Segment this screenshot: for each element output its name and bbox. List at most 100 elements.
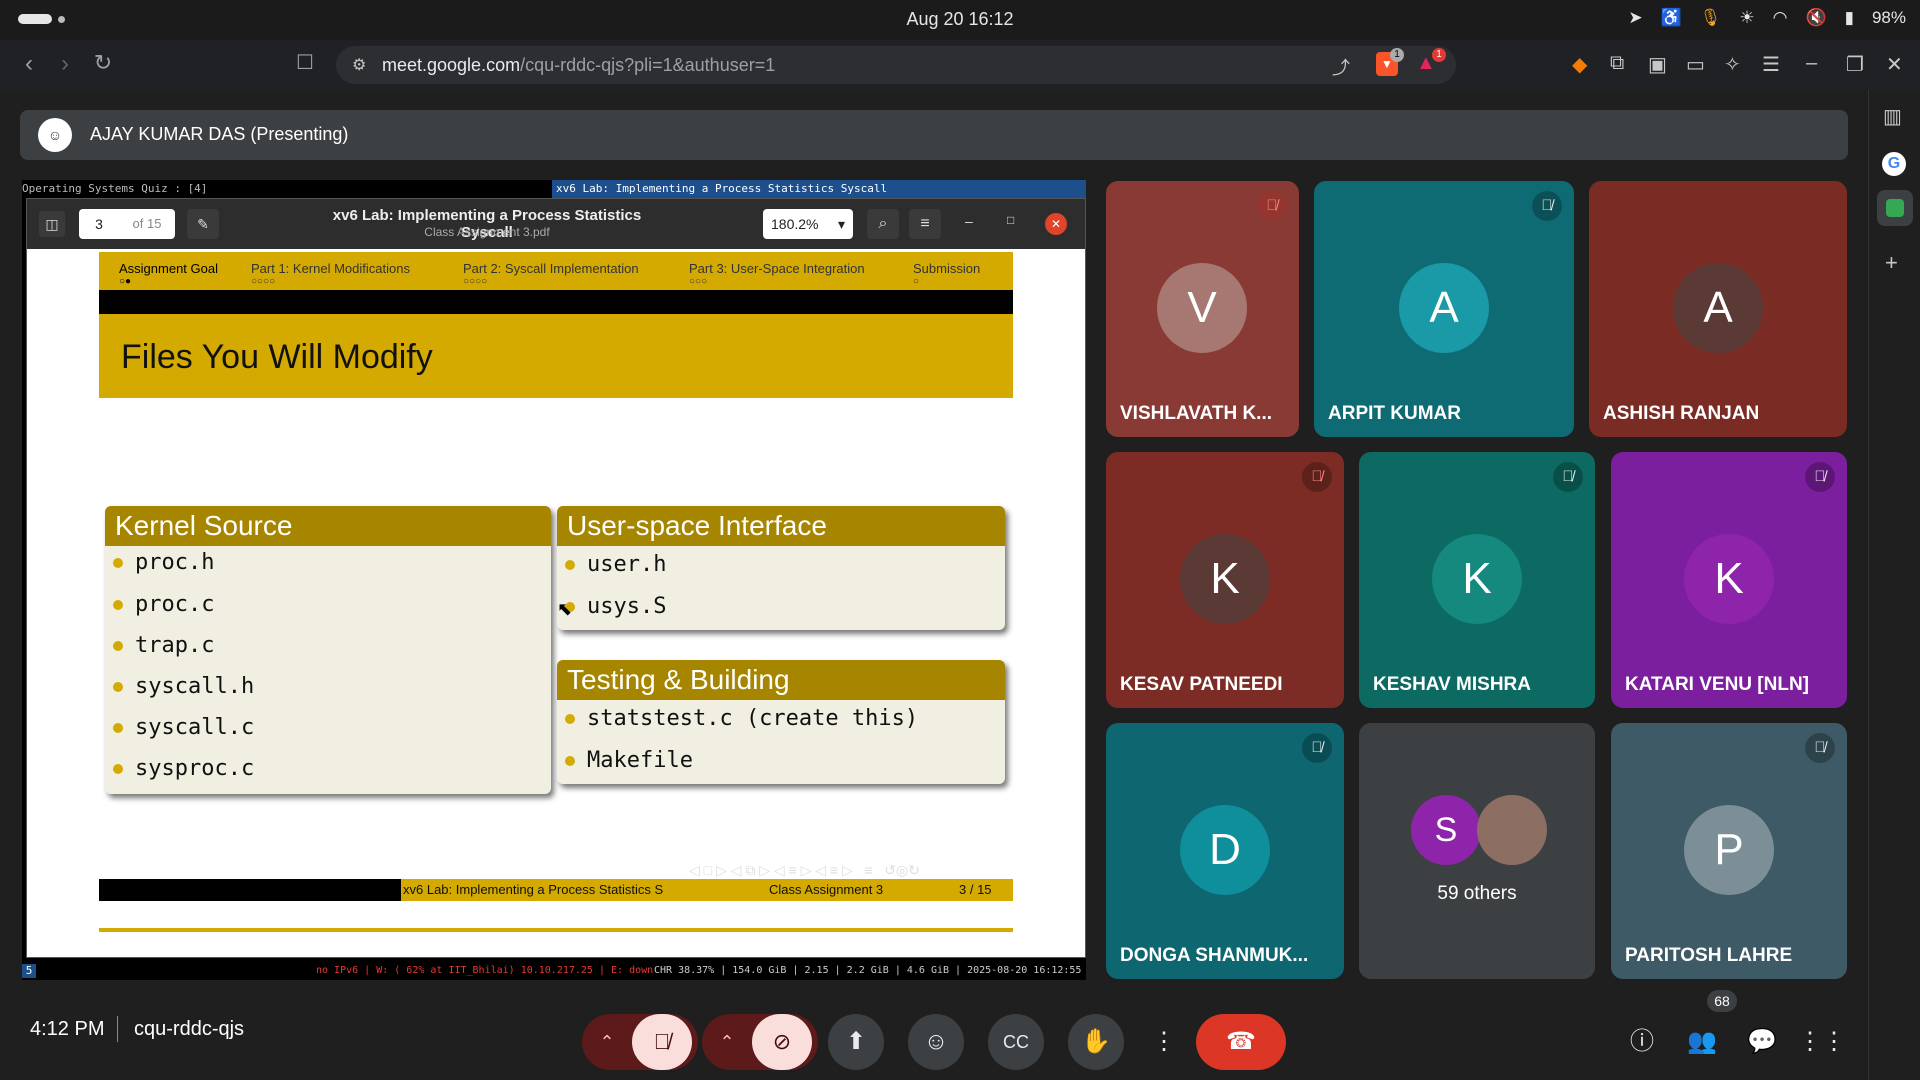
nav-progress-dots: ○○○ (689, 276, 708, 287)
nav-section[interactable]: Assignment Goal (119, 261, 218, 276)
meeting-info-icon[interactable]: ⓘ (1614, 1014, 1670, 1070)
back-icon[interactable]: ‹ (14, 50, 44, 78)
list-item: statstest.c (create this) (565, 706, 919, 731)
bullet-icon (113, 764, 123, 774)
minimize-icon[interactable]: – (1806, 52, 1817, 75)
browser-side-panel: ▥ G + (1868, 90, 1920, 1080)
system-tray[interactable]: ➤ ♿ 🎙 ☀ ◠ 🔇 ▮ 98% (1628, 8, 1906, 28)
others-tile[interactable]: S 59 others (1359, 723, 1595, 979)
participant-name: ARPIT KUMAR (1328, 403, 1461, 424)
terminal-status-line: 5 no IPv6 | W: ( 62% at IIT_Bhilai) 10.1… (22, 962, 1086, 980)
extension-fox-icon[interactable]: ◆ (1572, 52, 1587, 77)
participant-name: VISHLAVATH K... (1120, 403, 1272, 424)
block-heading: Kernel Source (105, 506, 551, 546)
slide-bottom-rule (99, 928, 1013, 932)
pdf-viewer-window[interactable]: ◫ 3 of 15 ✎ xv6 Lab: Implementing a Proc… (26, 198, 1086, 958)
camera-off-icon[interactable]: ⊘ (752, 1014, 812, 1070)
bullet-icon (113, 600, 123, 610)
divider (117, 1016, 118, 1042)
file-name: proc.h (135, 550, 215, 575)
beamer-nav-symbols[interactable]: ◁ □ ▷ ◁ ⧉ ▷ ◁ ≡ ▷ ◁ ≡ ▷ ≡ ↺◎↻ (689, 862, 920, 879)
file-name: trap.c (135, 633, 215, 658)
leave-call-icon[interactable]: ☎ (1196, 1014, 1286, 1070)
side-panel-icon[interactable]: ▥ (1883, 104, 1902, 129)
close-icon[interactable]: ✕ (1886, 52, 1903, 77)
maximize-icon[interactable]: □ (1007, 213, 1014, 227)
more-options-icon[interactable]: ⋮ (1146, 1014, 1182, 1070)
page-number-input[interactable]: 3 (79, 209, 119, 239)
google-icon[interactable]: G (1882, 152, 1906, 176)
mic-off-icon: 🎙̸ (1553, 462, 1583, 492)
block-heading: User-space Interface (557, 506, 1005, 546)
others-count: 59 others (1437, 883, 1517, 904)
participant-tile[interactable]: K 🎙̸ KESHAV MISHRA (1359, 452, 1595, 708)
reactions-icon[interactable]: ☺ (908, 1014, 964, 1070)
list-item: proc.h (113, 550, 215, 575)
meet-app-icon[interactable] (1877, 190, 1913, 226)
search-icon[interactable]: ⌕ (867, 209, 899, 239)
chevron-up-icon[interactable]: ⌃ (582, 1014, 632, 1070)
presenter-avatar: ☺ (38, 118, 72, 152)
activities-icon[interactable]: ⋮⋮ (1794, 1014, 1850, 1070)
site-settings-icon[interactable]: ⚙ (352, 55, 366, 75)
share-icon[interactable]: ⤴ (1332, 54, 1350, 80)
minimize-icon[interactable]: – (965, 213, 973, 229)
zoom-select[interactable]: 180.2% ▾ (763, 209, 853, 239)
list-item: trap.c (113, 633, 215, 658)
add-panel-icon[interactable]: + (1885, 250, 1898, 276)
forward-icon[interactable]: › (50, 50, 80, 78)
chevron-down-icon: ▾ (837, 216, 845, 232)
chat-icon[interactable]: 💬 (1734, 1014, 1790, 1070)
participant-tile[interactable]: V 🎙̸ VISHLAVATH K... (1106, 181, 1299, 437)
meeting-code: cqu-rddc-qjs (134, 1018, 245, 1040)
battery-icon: ▮ (1844, 8, 1854, 27)
address-bar[interactable]: ⚙ meet.google.com/cqu-rddc-qjs?pli=1&aut… (336, 46, 1456, 84)
people-icon[interactable]: 👥 (1674, 1014, 1730, 1070)
wallet-icon[interactable]: ▭ (1686, 52, 1705, 77)
mic-off-icon: 🎙̸ (1805, 733, 1835, 763)
participant-tile[interactable]: K 🎙̸ KATARI VENU [NLN] (1611, 452, 1847, 708)
meeting-controls-bar: 4:12 PM cqu-rddc-qjs ⌃ 🎙̸ ⌃ ⊘ ⬆ ☺ CC ✋ ⋮… (0, 990, 1868, 1080)
participant-tile[interactable]: A 🎙̸ ARPIT KUMAR (1314, 181, 1574, 437)
restore-icon[interactable]: ❐ (1846, 52, 1864, 77)
file-name: statstest.c (create this) (587, 706, 919, 731)
leo-ai-icon[interactable]: ✧ (1724, 52, 1741, 77)
participant-name: KESHAV MISHRA (1373, 674, 1531, 695)
nav-progress-dots: ○● (119, 276, 132, 287)
extensions-icon[interactable]: ⧉ (1610, 52, 1624, 75)
present-screen-icon[interactable]: ⬆ (828, 1014, 884, 1070)
avatar: A (1399, 263, 1489, 353)
raise-hand-icon[interactable]: ✋ (1068, 1014, 1124, 1070)
nav-section[interactable]: Submission (913, 261, 980, 276)
captions-icon[interactable]: CC (988, 1014, 1044, 1070)
sidebar-toggle-icon[interactable]: ◫ (39, 211, 65, 237)
microphone-icon: 🎙 (1699, 8, 1722, 27)
participant-tile[interactable]: D 🎙̸ DONGA SHANMUK... (1106, 723, 1344, 979)
nav-progress-dots: ○○○○ (463, 276, 488, 287)
menu-icon[interactable]: ☰ (1762, 52, 1780, 77)
url-text: meet.google.com/cqu-rddc-qjs?pli=1&authu… (382, 55, 775, 76)
participant-tile[interactable]: P 🎙̸ PARITOSH LAHRE (1611, 723, 1847, 979)
workspace-index: 5 (22, 964, 36, 978)
system-stats: CHR 38.37% | 154.0 GiB | 2.15 | 2.2 GiB … (654, 965, 1082, 976)
block-heading: Testing & Building (557, 660, 1005, 700)
mic-group: ⌃ 🎙̸ (582, 1014, 698, 1070)
nav-section[interactable]: Part 1: Kernel Modifications (251, 261, 410, 276)
participant-tile[interactable]: K 🎙̸ KESAV PATNEEDI (1106, 452, 1344, 708)
bullet-icon (113, 682, 123, 692)
sidebar-toggle-icon[interactable]: ▣ (1648, 52, 1667, 77)
mic-off-icon[interactable]: 🎙̸ (632, 1014, 692, 1070)
nav-section[interactable]: Part 2: Syscall Implementation (463, 261, 639, 276)
testing-building-block: Testing & Building statstest.c (create t… (557, 660, 1005, 784)
shared-screen[interactable]: Operating Systems Quiz : [4] xv6 Lab: Im… (22, 180, 1086, 980)
close-icon[interactable]: ✕ (1045, 213, 1067, 235)
chevron-up-icon[interactable]: ⌃ (702, 1014, 752, 1070)
footer-page: 3 / 15 (959, 882, 992, 897)
nav-section[interactable]: Part 3: User-Space Integration (689, 261, 865, 276)
bookmark-icon[interactable]: ☐ (290, 50, 320, 75)
avatar: D (1180, 805, 1270, 895)
menu-icon[interactable]: ≡ (909, 209, 941, 239)
reload-icon[interactable]: ↻ (88, 50, 118, 76)
participant-tile[interactable]: A ASHISH RANJAN (1589, 181, 1847, 437)
annotate-icon[interactable]: ✎ (187, 209, 219, 239)
